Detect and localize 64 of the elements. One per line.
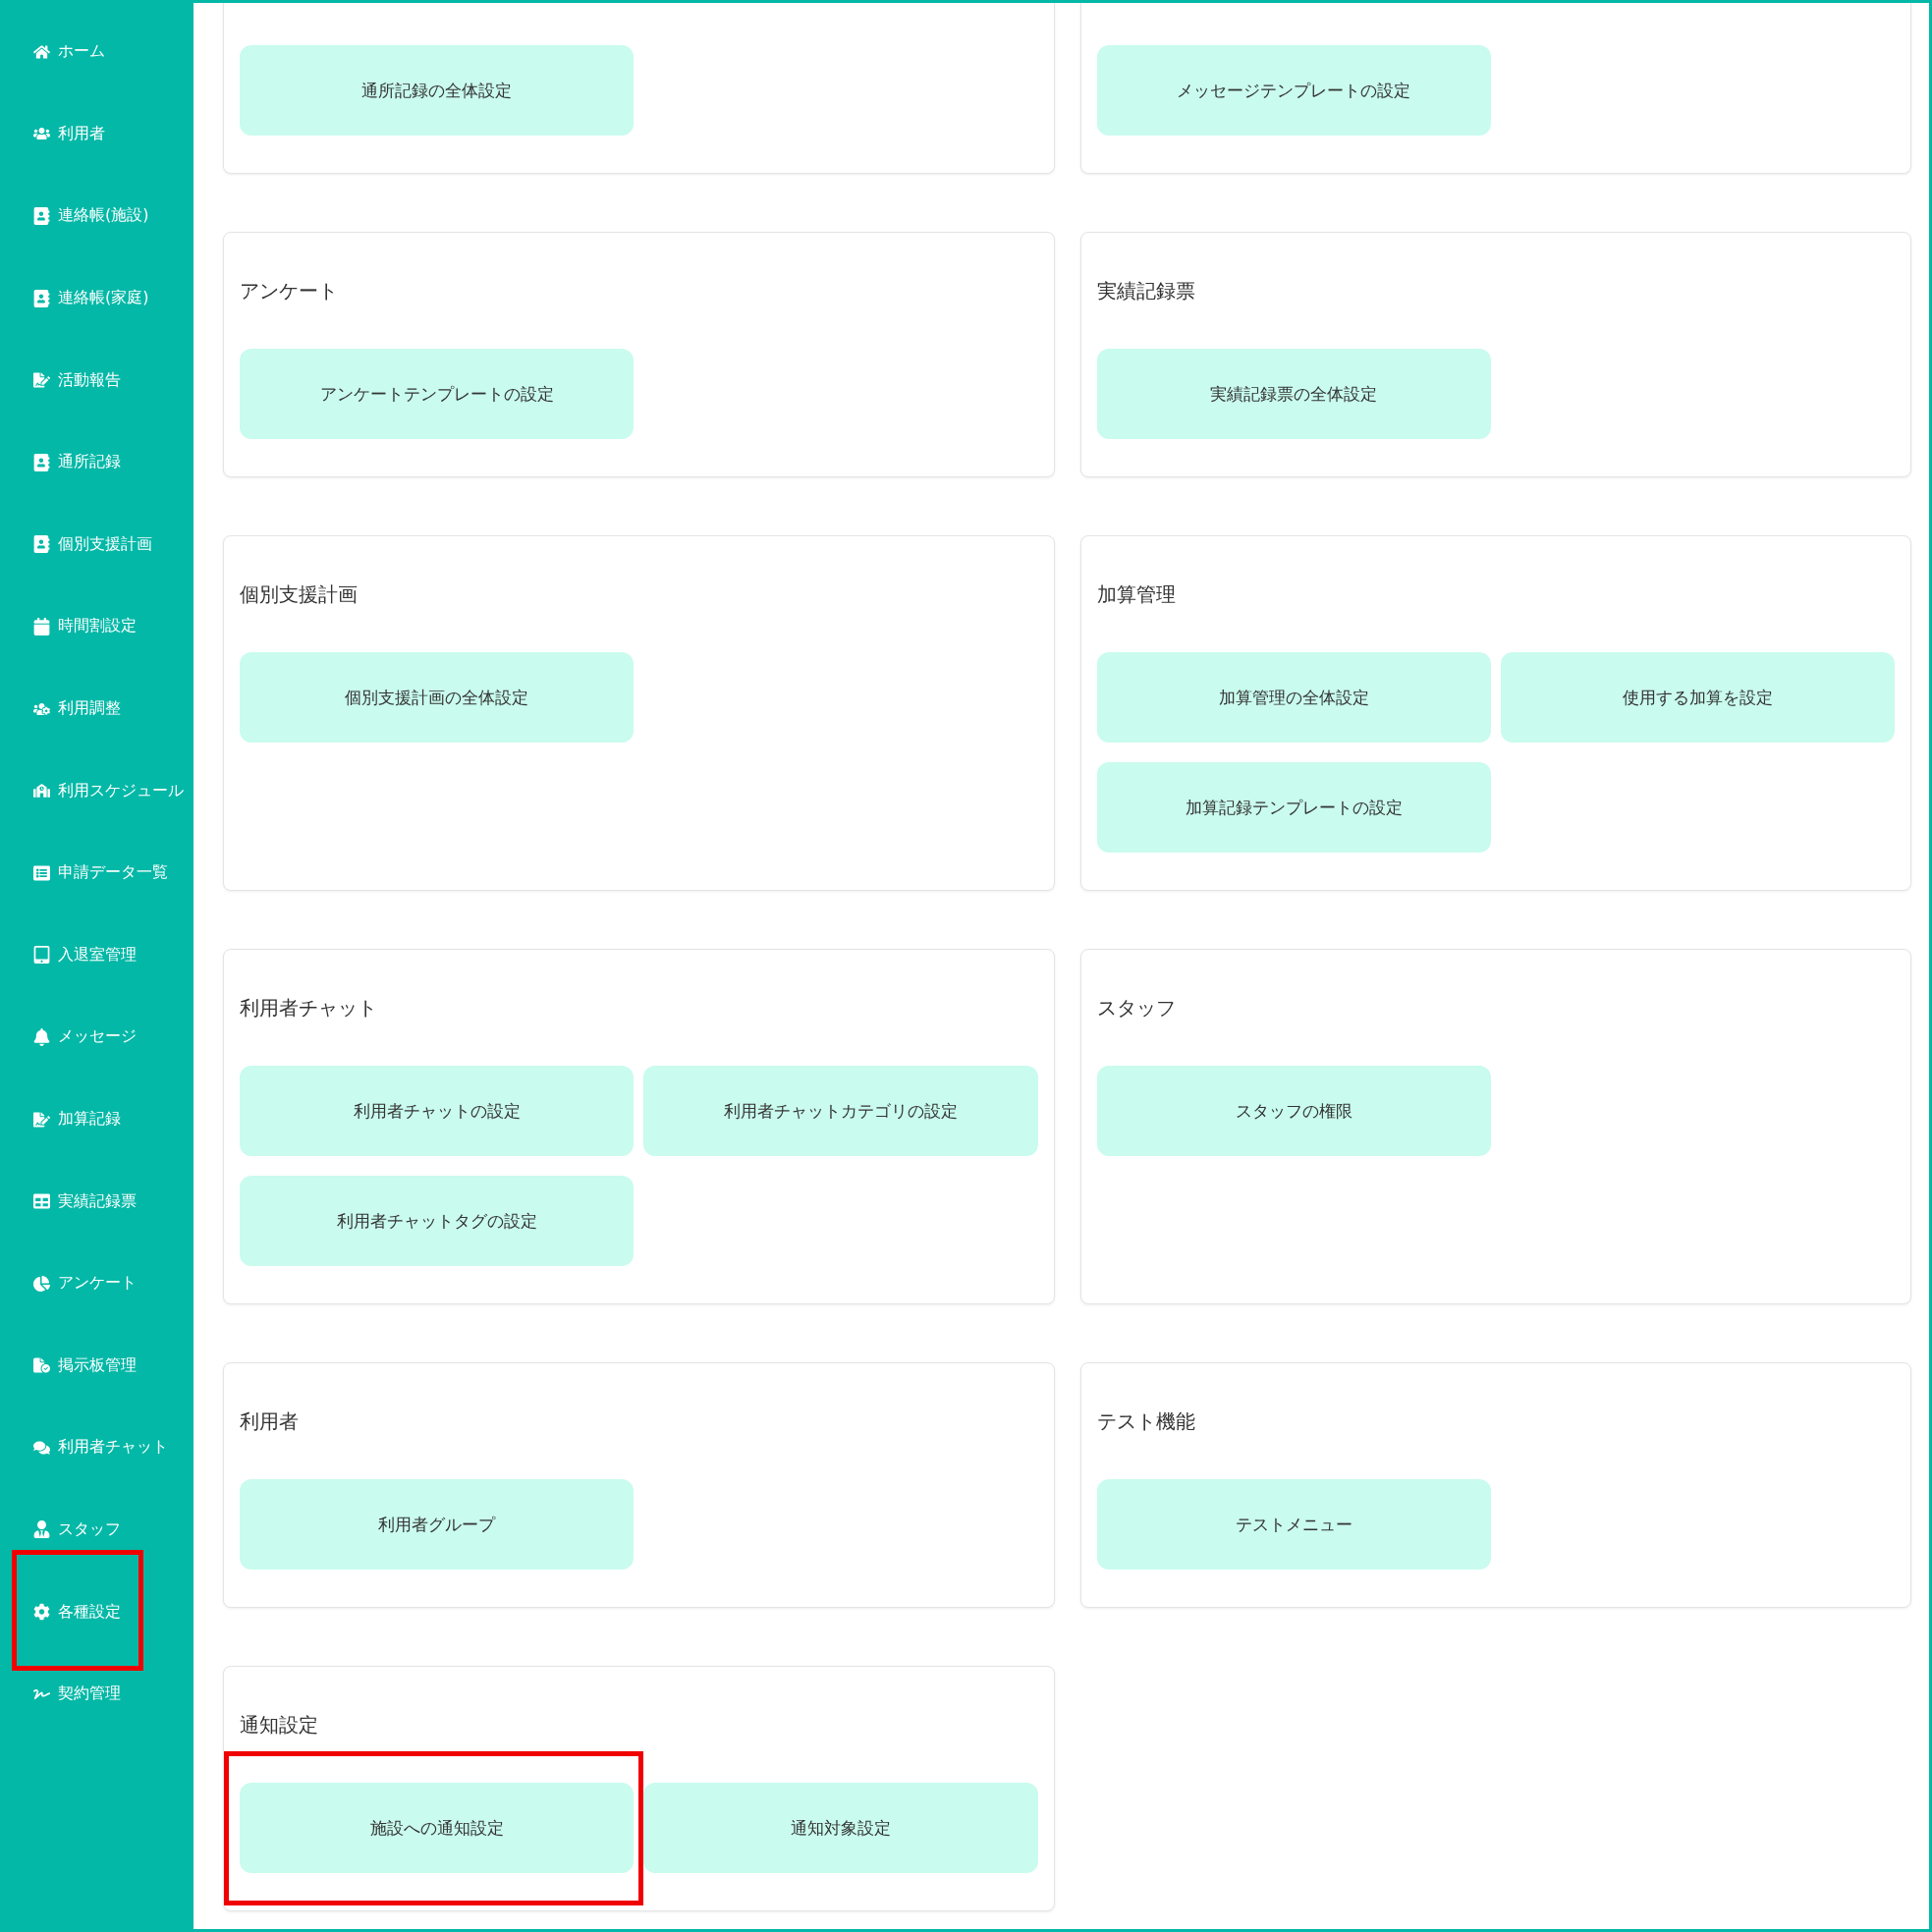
sidebar-item[interactable]: 連絡帳(家庭) [3, 256, 193, 340]
section-title: テスト機能 [1096, 1408, 1195, 1434]
setting-button[interactable]: 個別支援計画の全体設定 [240, 652, 635, 743]
setting-button[interactable]: テストメニュー [1096, 1479, 1491, 1570]
sidebar-item[interactable]: 利用者 [3, 92, 193, 176]
setting-button[interactable]: 加算管理の全体設定 [1096, 652, 1491, 743]
section-title: 利用者 [240, 1408, 299, 1434]
setting-button[interactable]: 利用者グループ [240, 1479, 635, 1570]
section-title: 通知設定 [240, 1712, 318, 1738]
file-pen-icon [33, 1110, 50, 1129]
sidebar-item[interactable]: 活動報告 [3, 339, 193, 421]
setting-button[interactable]: 利用者チャットタグの設定 [240, 1176, 635, 1266]
school-icon [33, 782, 50, 800]
setting-button[interactable]: スタッフの権限 [1096, 1066, 1491, 1156]
setting-button[interactable]: 利用者チャットカテゴリの設定 [643, 1066, 1038, 1156]
setting-button[interactable]: 実績記録票の全体設定 [1096, 349, 1491, 439]
calendar-icon [33, 617, 50, 635]
file-check-icon [33, 1356, 50, 1375]
contact-book-icon [33, 453, 50, 471]
settings-icon [33, 1603, 50, 1622]
tablet-icon [33, 946, 50, 965]
sidebar-item[interactable]: 契約管理 [3, 1652, 193, 1736]
sidebar-item[interactable]: 掲示板管理 [3, 1324, 193, 1408]
sidebar-item[interactable]: 利用者チャット [3, 1407, 193, 1489]
sidebar-item[interactable]: メッセージ [3, 996, 193, 1078]
setting-button[interactable]: 利用者チャットの設定 [240, 1066, 635, 1156]
contact-book-icon [33, 207, 50, 225]
section-title: 加算管理 [1096, 581, 1176, 607]
section-title: 利用者チャット [240, 995, 377, 1021]
section-title: 個別支援計画 [240, 581, 358, 607]
section-title: 実績記録票 [1096, 278, 1195, 304]
file-pen-icon [33, 371, 50, 390]
bell-icon [33, 1027, 50, 1046]
sidebar-item[interactable]: 入退室管理 [3, 913, 193, 997]
chat-bubbles-icon [33, 1438, 50, 1457]
table-icon [33, 1192, 50, 1211]
setting-button[interactable]: 使用する加算を設定 [1500, 652, 1895, 743]
sidebar-item[interactable]: 各種設定 [3, 1571, 193, 1653]
setting-button[interactable]: 加算記録テンプレートの設定 [1096, 762, 1491, 853]
setting-button[interactable]: 施設への通知設定 [240, 1783, 635, 1873]
setting-button[interactable]: 通知対象設定 [643, 1783, 1038, 1873]
sidebar-item[interactable]: 時間割設定 [3, 585, 193, 668]
pie-chart-icon [33, 1274, 50, 1293]
section-title: アンケート [240, 278, 338, 304]
sidebar-item[interactable]: 利用スケジュール [3, 749, 193, 832]
sidebar-item[interactable]: ホーム [3, 11, 193, 93]
contact-book-icon [33, 289, 50, 307]
sidebar-item[interactable]: 加算記録 [3, 1077, 193, 1161]
sidebar-item[interactable]: 申請データ一覧 [3, 831, 193, 914]
section-title: スタッフ [1096, 995, 1176, 1021]
sidebar-item[interactable]: スタッフ [3, 1488, 193, 1572]
setting-button[interactable]: アンケートテンプレートの設定 [240, 349, 635, 439]
setting-button[interactable]: メッセージテンプレートの設定 [1096, 45, 1491, 136]
contact-book-icon [33, 535, 50, 554]
home-icon [33, 42, 50, 61]
sidebar-item[interactable]: 利用調整 [3, 667, 193, 750]
sidebar-item[interactable]: 通所記録 [3, 420, 193, 504]
user-icon [33, 1520, 50, 1539]
sidebar-item[interactable]: 個別支援計画 [3, 503, 193, 586]
list-icon [33, 863, 50, 882]
sidebar-item[interactable]: 連絡帳(施設) [3, 175, 193, 257]
sidebar-item[interactable]: 実績記録票 [3, 1160, 193, 1242]
setting-button[interactable]: 通所記録の全体設定 [240, 45, 635, 136]
sidebar-item[interactable]: アンケート [3, 1242, 193, 1325]
